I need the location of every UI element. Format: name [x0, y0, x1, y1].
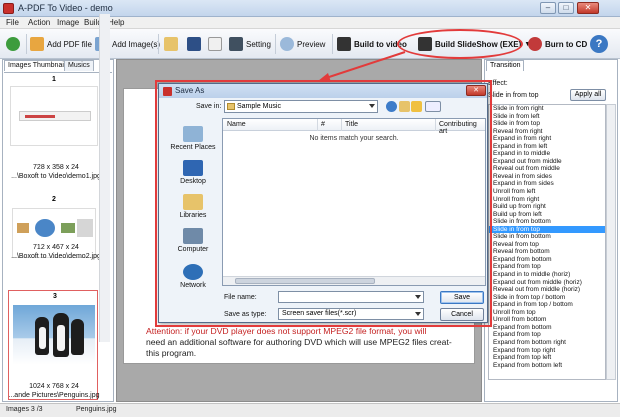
minimize-button[interactable]: –	[540, 2, 556, 14]
transition-item[interactable]: Expand from top left	[489, 354, 605, 362]
transition-item[interactable]: Expand from top	[489, 263, 605, 271]
floppy-disk-icon	[187, 37, 201, 51]
add-pdf-icon	[30, 37, 44, 51]
transition-item[interactable]: Expand in from left	[489, 143, 605, 151]
transition-item[interactable]: Expand in from sides	[489, 180, 605, 188]
highlight-ellipse	[397, 29, 523, 59]
menu-help[interactable]: Help	[108, 18, 124, 27]
thumbnail-item-3[interactable]: 3 1024 x 768 x 24 ...ande Pictures\Pengu…	[8, 290, 100, 400]
add-pdf-button[interactable]: Add PDF file	[30, 29, 92, 59]
magnifier-icon	[280, 37, 294, 51]
transition-item[interactable]: Slide in from top	[489, 120, 605, 128]
transition-item[interactable]: Expand out from middle (horiz)	[489, 279, 605, 287]
title-bar: A-PDF To Video - demo – □ ✕	[0, 0, 620, 17]
transition-item[interactable]: Expand in from top / bottom	[489, 301, 605, 309]
transition-item[interactable]: Reveal out from middle	[489, 165, 605, 173]
tab-musics[interactable]: Musics	[64, 60, 94, 71]
document-text: Attention: if your DVD player does not s…	[146, 326, 452, 358]
menu-bar: File Action Image Build Help	[0, 17, 620, 29]
tab-transition[interactable]: Transition	[486, 60, 525, 71]
transition-item[interactable]: Reveal from bottom	[489, 248, 605, 256]
setting-button[interactable]: Setting	[229, 29, 271, 59]
transition-item[interactable]: Reveal in from sides	[489, 173, 605, 181]
toolbar: Add PDF file Add Image(s) Setting Previe…	[0, 29, 620, 59]
status-bar: Images 3 /3 Penguins.jpg	[0, 403, 620, 417]
transition-item[interactable]: Slide in from top / bottom	[489, 294, 605, 302]
tab-images-thumbnail[interactable]: Images Thumbnail	[4, 60, 70, 71]
transition-item[interactable]: Expand from top right	[489, 347, 605, 355]
transition-scrollbar[interactable]	[606, 104, 616, 380]
menu-image[interactable]: Image	[57, 18, 79, 27]
transition-item[interactable]: Slide in from right	[489, 105, 605, 113]
transition-item[interactable]: Expand in from right	[489, 135, 605, 143]
menu-action[interactable]: Action	[28, 18, 50, 27]
transition-item[interactable]: Build up from right	[489, 203, 605, 211]
apply-all-button[interactable]: Apply all	[570, 89, 606, 101]
transition-item[interactable]: Expand from top	[489, 331, 605, 339]
transition-item[interactable]: Unroll from left	[489, 188, 605, 196]
green-arrow-icon	[6, 37, 20, 51]
menu-file[interactable]: File	[6, 18, 19, 27]
status-images: Images 3 /3	[6, 406, 43, 413]
folder-open-icon	[164, 37, 178, 51]
transition-item[interactable]: Expand in to middle (horiz)	[489, 271, 605, 279]
thumbnail-scrollbar[interactable]	[99, 14, 110, 342]
transition-item[interactable]: Expand out from middle	[489, 158, 605, 166]
window-title: A-PDF To Video - demo	[18, 3, 113, 13]
app-icon	[3, 3, 14, 14]
gear-icon	[229, 37, 243, 51]
help-small-button[interactable]	[208, 29, 222, 59]
highlight-box	[155, 80, 492, 327]
help-icon: ?	[590, 35, 608, 53]
penguins-image	[13, 305, 95, 365]
film-icon	[337, 37, 351, 51]
transition-item[interactable]: Expand from bottom	[489, 324, 605, 332]
transition-item[interactable]: Slide in from top	[489, 225, 605, 234]
transition-item[interactable]: Build up from left	[489, 211, 605, 219]
thumbnail-item-1[interactable]: 1 728 x 358 x 24 ...\Boxoft to Video\dem…	[8, 76, 101, 184]
transition-item[interactable]: Reveal from top	[489, 241, 605, 249]
cd-icon	[528, 37, 542, 51]
transition-item[interactable]: Slide in from bottom	[489, 233, 605, 241]
transition-item[interactable]: Expand from bottom left	[489, 362, 605, 370]
help-button[interactable]: ?	[590, 29, 608, 59]
transition-item[interactable]: Slide in from bottom	[489, 218, 605, 226]
transition-item[interactable]: Expand in to middle	[489, 150, 605, 158]
transition-item[interactable]: Reveal out from middle (horiz)	[489, 286, 605, 294]
transition-item[interactable]: Expand from bottom right	[489, 339, 605, 347]
status-file: Penguins.jpg	[76, 406, 117, 413]
transition-item[interactable]: Unroll from top	[489, 309, 605, 317]
thumbnail-item-2[interactable]: 2 712 x 467 x 24 ...\Boxoft to Video\dem…	[8, 196, 101, 296]
back-button[interactable]	[6, 29, 20, 59]
transition-item[interactable]: Unroll from bottom	[489, 316, 605, 324]
preview-button[interactable]: Preview	[280, 29, 325, 59]
transition-item[interactable]: Slide in from left	[489, 113, 605, 121]
burn-cd-button[interactable]: Burn to CD	[528, 29, 587, 59]
document-icon	[208, 37, 222, 51]
save-button[interactable]	[187, 29, 201, 59]
transition-list[interactable]: Slide in from right Slide in from left Sli…	[488, 104, 606, 380]
close-button[interactable]: ✕	[577, 2, 599, 14]
transition-item[interactable]: Unroll from right	[489, 196, 605, 204]
maximize-button[interactable]: □	[558, 2, 574, 14]
open-button[interactable]	[164, 29, 178, 59]
selected-effect: Slide in from top	[488, 92, 539, 99]
transition-item[interactable]: Reveal from right	[489, 128, 605, 136]
transition-item[interactable]: Expand from bottom	[489, 256, 605, 264]
